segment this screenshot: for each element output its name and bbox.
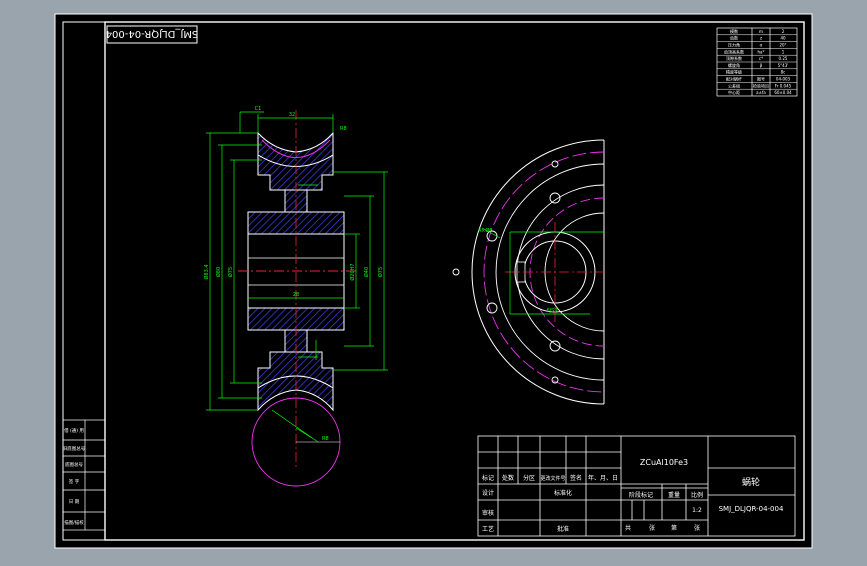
param-cell: m [759,29,763,34]
dim-outer: Ø83.4 [203,264,210,279]
param-cell: 中心距 [728,89,740,95]
param-cell: 齿顶高系数 [724,48,744,54]
part-name: 蜗轮 [742,476,760,488]
side-label: 签 字 [69,478,80,485]
param-cell: 顶隙系数 [726,55,742,61]
param-cell: 1 [782,49,785,54]
sheet [54,13,813,549]
dim-holes: 4×Ø6 [478,227,493,234]
param-cell: 20° [779,42,786,47]
tb-total: 共 [625,524,631,532]
side-label: 旧底图总号 [63,445,86,452]
tb-change: 更改文件号 [540,475,565,482]
tb-design: 设计 [482,489,494,497]
tb-review: 审核 [482,509,494,517]
tb-count: 处数 [502,474,514,482]
tb-unit2: 张 [694,524,700,532]
tb-mark: 标记 [482,474,494,482]
param-cell: α [760,42,763,47]
dim-rim: Ø75 [377,267,384,277]
param-cell: 5°43' [778,63,789,68]
tb-zone: 分区 [523,474,535,482]
dim-throat: R8 [340,126,347,132]
dim-hub-width: 32 [289,112,295,118]
tb-std: 标准化 [554,489,572,497]
param-cell: a±fa [756,90,766,95]
tb-unit: 张 [649,524,655,532]
side-label: 描图/描校 [64,519,84,526]
param-cell: 图号 [757,75,765,81]
side-label: 借 (通) 用 [64,427,84,434]
material-label: ZCuAl10Fe3 [640,458,688,467]
side-label: 日 期 [69,499,80,505]
param-cell: z [760,36,762,41]
tb-stage: 阶段标记 [629,491,653,499]
tb-index: 第 [671,524,677,532]
dim-center: C1 [255,106,262,112]
param-cell: 40 [780,36,786,41]
dim-pitch: Ø80 [215,267,222,277]
tb-weight: 重量 [668,491,680,499]
dim-keyway: 6JS9 [546,308,557,314]
param-cell: 0.25 [779,56,788,61]
dim-worm: R8 [322,436,329,442]
param-cell: 检验项目 [753,82,769,88]
param-cell: 60±0.04 [774,90,792,95]
dim-hub: Ø40 [363,267,370,277]
drawing-canvas: SMJ_DLJQR-04-004 模数 m 2 齿数 z 40 压力角 α 20° 齿顶高系数 ha… [54,13,813,549]
tb-process: 工艺 [482,525,494,533]
dim-root: Ø75 [227,267,234,277]
param-cell: β [760,63,763,68]
param-cell: Fr 0.045 [775,83,792,88]
param-cell: 精度等级 [726,69,742,75]
dim-bore: Ø20H7 [349,263,356,280]
dim-bore-len: 28 [293,292,299,298]
tb-ratio: 比例 [691,491,703,499]
param-cell: ha* [758,49,765,54]
param-cell: 螺旋角 [728,62,740,68]
param-cell: 压力角 [728,41,740,47]
drawing-number: SMJ_DLJQR-04-004 [719,505,784,513]
tb-approve: 批准 [557,525,569,533]
code-stamp: SMJ_DLJQR-04-004 [106,28,199,39]
param-cell: 8c [781,70,786,75]
param-cell: c* [759,56,763,61]
scale-value: 1:2 [692,507,702,514]
cad-viewport: SMJ_DLJQR-04-004 模数 m 2 齿数 z 40 压力角 α 20° 齿顶高系数 ha… [0,0,867,562]
tb-date: 年、月、日 [588,474,618,482]
param-cell: 2 [782,29,785,34]
param-cell: 模数 [730,28,738,34]
param-cell: 配对蜗杆 [726,75,742,81]
tb-sign: 签名 [570,474,582,482]
param-cell: 齿数 [730,35,738,41]
param-cell: 04-003 [776,76,791,81]
side-label: 底图总号 [65,461,83,468]
param-cell: 公差组 [728,82,740,88]
